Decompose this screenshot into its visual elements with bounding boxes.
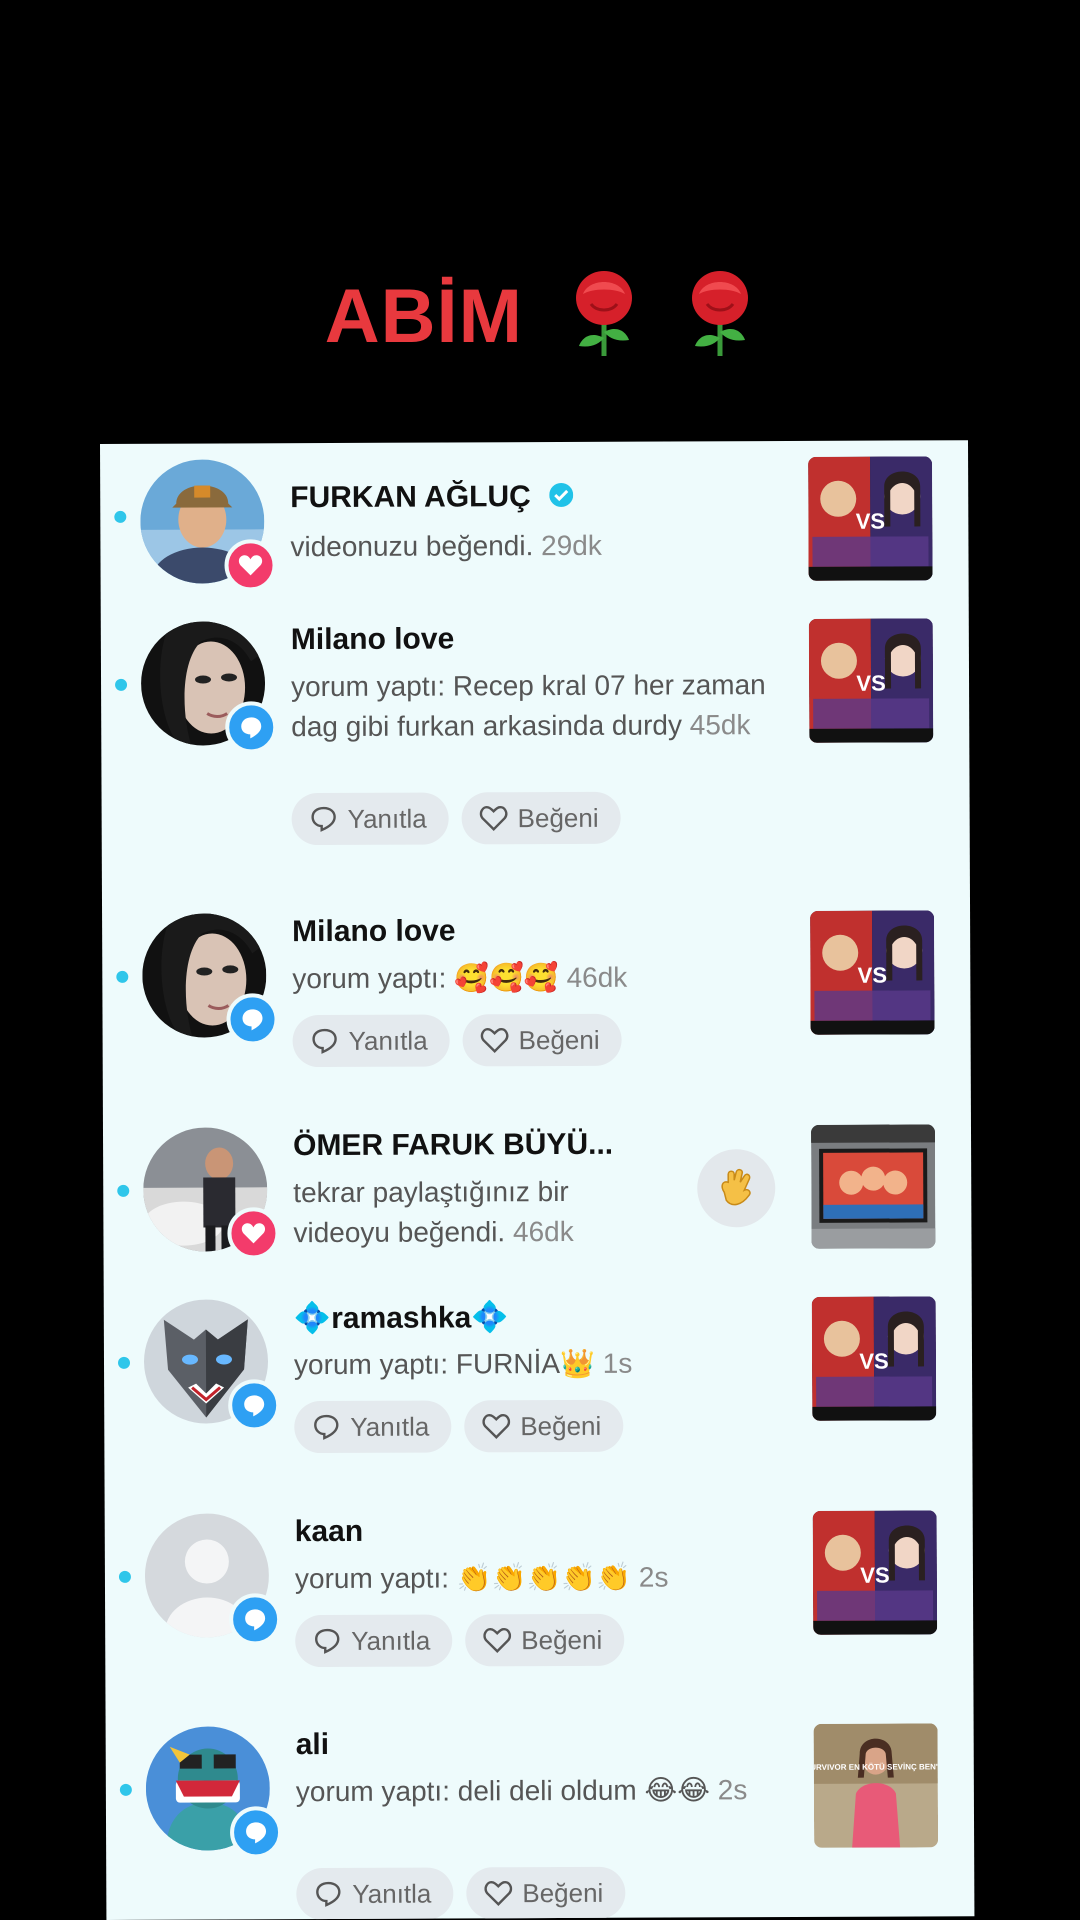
notification-text: videonuzu beğendi. 29dk xyxy=(290,529,602,563)
like-button[interactable]: Beğeni xyxy=(461,791,621,845)
notification-text: yorum yaptı: Recep kral 07 her zaman dag… xyxy=(290,669,766,743)
timestamp: 46dk xyxy=(512,1215,574,1248)
notification-text: tekrar paylaştığınız bir videoyu beğendi… xyxy=(293,1175,574,1249)
notification-text: yorum yaptı: deli deli oldum 😂😂 2s xyxy=(295,1774,748,1808)
list-item[interactable]: ali yorum yaptı: deli deli oldum 😂😂 2s Y… xyxy=(106,1723,975,1920)
heart-outline-icon xyxy=(479,806,508,831)
video-thumbnail[interactable]: VS xyxy=(812,1510,938,1635)
like-button[interactable]: Beğeni xyxy=(465,1613,625,1667)
list-item[interactable]: FURKAN AĞLUÇ videonuzu beğendi. 29dk VS xyxy=(100,448,969,612)
notifications-panel: FURKAN AĞLUÇ videonuzu beğendi. 29dk VS xyxy=(100,440,975,1920)
unread-dot xyxy=(117,1184,130,1197)
video-thumbnail[interactable]: VS xyxy=(808,618,934,743)
video-thumbnail[interactable] xyxy=(810,1124,936,1249)
heart-outline-icon xyxy=(484,1881,513,1906)
comment-icon xyxy=(229,1806,283,1859)
reply-button[interactable]: Yanıtla xyxy=(295,1614,453,1668)
timestamp: 29dk xyxy=(541,529,602,562)
waving-hand-icon xyxy=(721,1168,751,1206)
wave-button[interactable] xyxy=(697,1149,776,1228)
list-item[interactable]: kaan yorum yaptı: 👏👏👏👏👏 2s Yanıtla Beğen… xyxy=(105,1510,974,1684)
like-button[interactable]: Beğeni xyxy=(464,1399,624,1453)
user-name[interactable]: kaan xyxy=(295,1515,364,1549)
comment-outline-icon xyxy=(315,1628,340,1654)
comment-icon xyxy=(225,701,278,754)
user-name[interactable]: FURKAN AĞLUÇ xyxy=(290,480,574,516)
video-thumbnail[interactable]: VS xyxy=(811,1296,937,1421)
user-name[interactable]: ÖMER FARUK BÜYÜ... xyxy=(293,1128,613,1163)
verified-badge-icon xyxy=(549,481,574,515)
heart-icon xyxy=(224,539,277,592)
page-title: ABİM xyxy=(0,268,1080,376)
timestamp: 2s xyxy=(717,1774,748,1806)
comment-outline-icon xyxy=(311,806,336,832)
unread-dot xyxy=(117,1356,131,1369)
thumbnail-caption: SURVIVOR EN KÖTÜ SEVİNÇ BEN'İM xyxy=(814,1762,939,1772)
comment-outline-icon xyxy=(312,1028,337,1054)
svg-text:VS: VS xyxy=(856,509,885,534)
list-item[interactable]: Milano love yorum yaptı: Recep kral 07 h… xyxy=(101,618,970,882)
unread-dot xyxy=(114,510,127,523)
heart-outline-icon xyxy=(482,1414,511,1439)
title-text: ABİM xyxy=(324,274,523,360)
notification-text: yorum yaptı: FURNİA👑 1s xyxy=(293,1347,633,1381)
comment-icon xyxy=(228,1379,281,1432)
timestamp: 1s xyxy=(602,1347,633,1379)
heart-icon xyxy=(227,1207,280,1260)
svg-text:VS: VS xyxy=(859,1349,888,1374)
svg-text:VS: VS xyxy=(860,1563,889,1588)
list-item[interactable]: ÖMER FARUK BÜYÜ... tekrar paylaştığınız … xyxy=(103,1124,972,1278)
heart-outline-icon xyxy=(483,1628,512,1653)
timestamp: 46dk xyxy=(566,961,628,993)
unread-dot xyxy=(116,970,129,983)
list-item[interactable]: 💠ramashka💠 yorum yaptı: FURNİA👑 1s Yanıt… xyxy=(104,1296,973,1470)
user-name[interactable]: Milano love xyxy=(292,914,456,949)
video-thumbnail[interactable]: SURVIVOR EN KÖTÜ SEVİNÇ BEN'İM xyxy=(814,1723,939,1848)
notification-text: yorum yaptı: 👏👏👏👏👏 2s xyxy=(294,1561,669,1595)
unread-dot xyxy=(118,1570,131,1583)
comment-outline-icon xyxy=(314,1414,339,1440)
notification-text: yorum yaptı: 🥰🥰🥰 46dk xyxy=(292,961,628,995)
comment-icon xyxy=(229,1593,282,1646)
rose-icon xyxy=(685,268,755,376)
unread-dot xyxy=(119,1783,132,1796)
unread-dot xyxy=(115,678,128,691)
reply-button[interactable]: Yanıtla xyxy=(296,1867,454,1920)
video-thumbnail[interactable]: VS xyxy=(808,456,933,581)
reply-button[interactable]: Yanıtla xyxy=(292,1014,450,1068)
heart-outline-icon xyxy=(480,1028,509,1053)
user-name[interactable]: ali xyxy=(296,1728,330,1762)
like-button[interactable]: Beğeni xyxy=(466,1866,626,1920)
comment-icon xyxy=(226,993,279,1046)
user-name[interactable]: Milano love xyxy=(291,622,455,657)
user-name[interactable]: 💠ramashka💠 xyxy=(294,1300,509,1336)
rose-icon xyxy=(569,268,639,376)
like-button[interactable]: Beğeni xyxy=(462,1013,622,1067)
video-thumbnail[interactable]: VS xyxy=(810,910,935,1035)
timestamp: 2s xyxy=(638,1561,669,1593)
comment-outline-icon xyxy=(316,1881,341,1907)
svg-text:VS: VS xyxy=(856,671,885,696)
svg-text:VS: VS xyxy=(858,963,887,988)
reply-button[interactable]: Yanıtla xyxy=(291,792,449,846)
reply-button[interactable]: Yanıtla xyxy=(294,1400,452,1454)
list-item[interactable]: Milano love yorum yaptı: 🥰🥰🥰 46dk Yanıtl… xyxy=(102,910,971,1084)
timestamp: 45dk xyxy=(689,709,751,741)
